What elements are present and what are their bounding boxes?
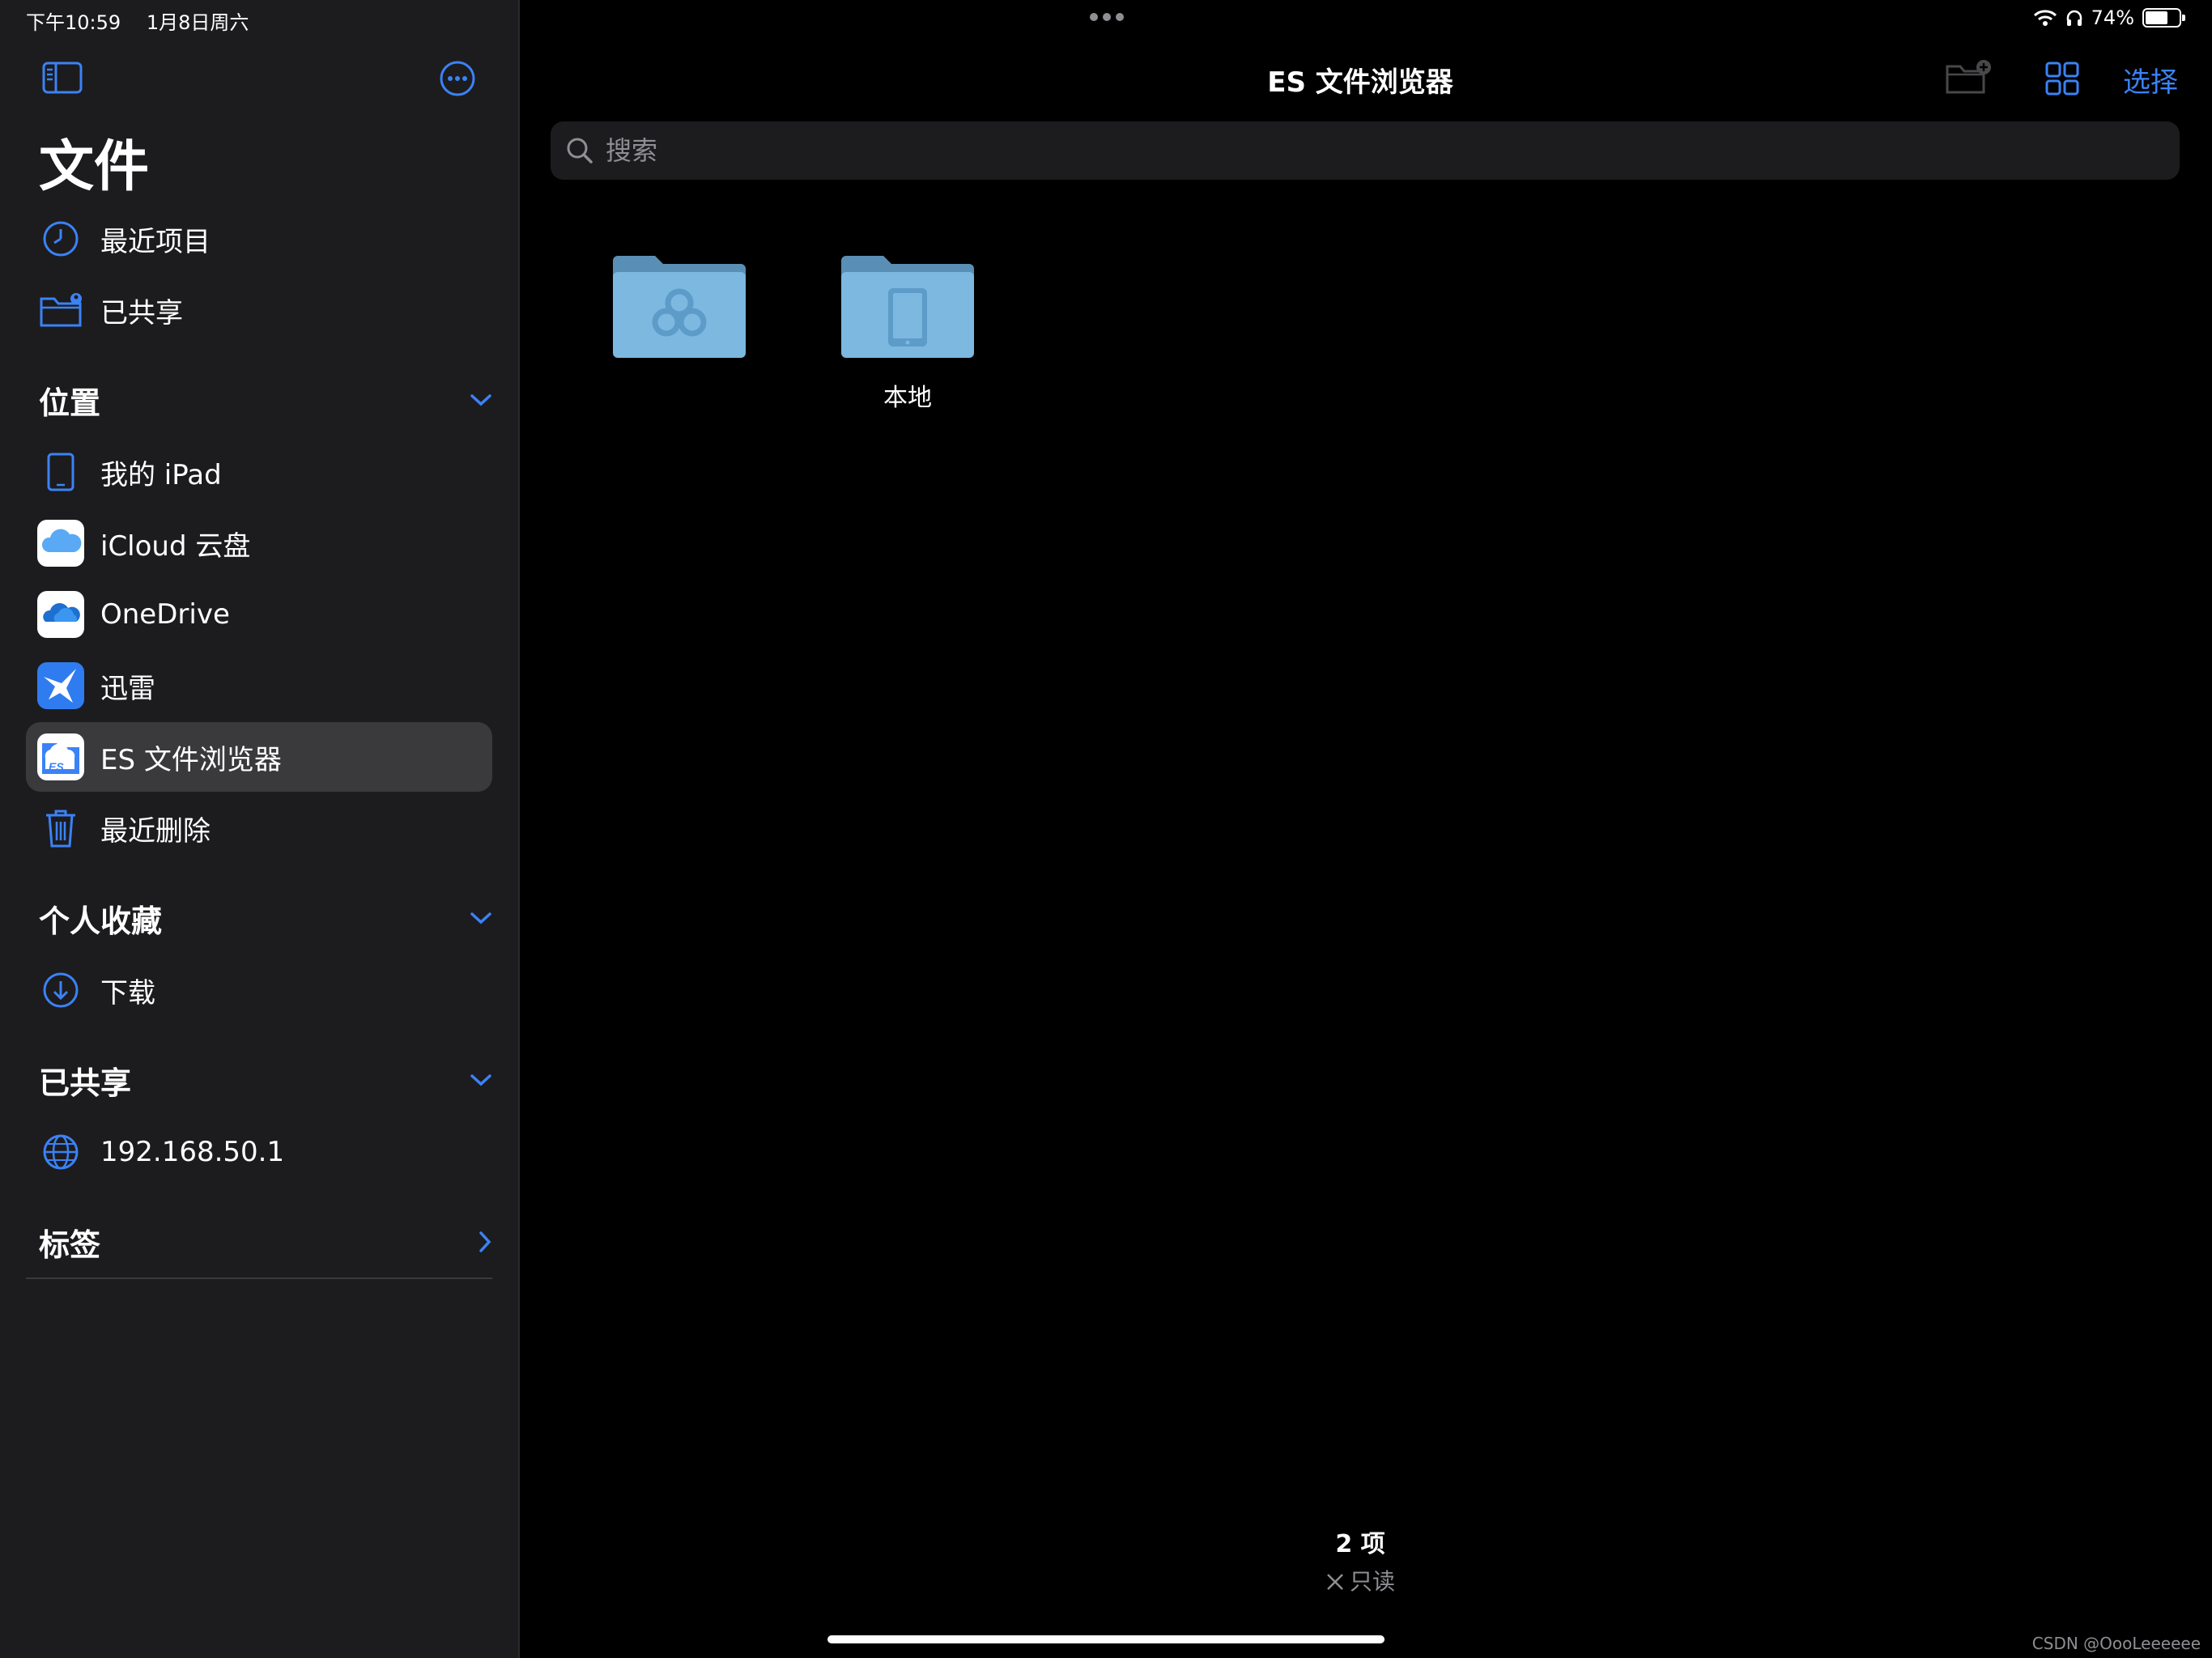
multitasking-dots[interactable] (1090, 13, 1124, 21)
sidebar-item-label: ES 文件浏览器 (100, 743, 282, 776)
globe-icon (43, 1134, 79, 1170)
item-count: 2 项 (1335, 1530, 1385, 1558)
ellipsis-circle-icon (440, 61, 475, 96)
sidebar-toggle-button[interactable] (42, 62, 83, 94)
search-icon (567, 138, 593, 164)
sidebar-item-shared[interactable]: 已共享 (26, 275, 492, 345)
sidebar: 下午10:59 1月8日周六 文件 最近项目 已共享 位置 我的 iPad iC… (0, 0, 520, 1658)
new-folder-button[interactable] (1945, 58, 1993, 99)
sidebar-item-label: 已共享 (100, 296, 183, 329)
sidebar-item-my-ipad[interactable]: 我的 iPad (26, 437, 492, 507)
sidebar-item-recently-deleted[interactable]: 最近删除 (26, 793, 492, 863)
pencil-slash-icon (1327, 1574, 1343, 1590)
section-heading: 位置 (39, 385, 101, 421)
read-only-status: 只读 (1198, 1564, 1522, 1596)
home-indicator[interactable] (827, 1635, 1385, 1643)
folder-item[interactable] (602, 251, 756, 377)
sidebar-title: 文件 (39, 135, 150, 199)
read-only-label: 只读 (1349, 1568, 1395, 1595)
icloud-icon (37, 520, 84, 567)
sidebar-divider (26, 1278, 492, 1279)
folder-item[interactable]: 本地 (831, 251, 985, 413)
wifi-icon (2033, 10, 2057, 26)
sidebar-item-downloads[interactable]: 下载 (26, 955, 492, 1025)
chevron-right-icon (479, 1231, 491, 1252)
folder-add-icon (1946, 60, 1991, 94)
folder-name: 本地 (883, 384, 932, 412)
device-folder-icon (841, 256, 974, 358)
search-bar[interactable] (551, 121, 2180, 180)
section-locations-header[interactable]: 位置 (39, 376, 492, 424)
section-heading: 已共享 (39, 1065, 132, 1101)
sidebar-item-label: 最近删除 (100, 814, 211, 848)
sidebar-item-label: OneDrive (100, 598, 230, 631)
status-date: 1月8日周六 (146, 11, 249, 34)
sidebar-item-label: 最近项目 (100, 225, 211, 258)
sidebar-item-server[interactable]: 192.168.50.1 (26, 1117, 492, 1187)
sidebar-item-es-file-explorer[interactable]: ES ES 文件浏览器 (26, 722, 492, 792)
select-button[interactable]: 选择 (2123, 60, 2178, 100)
cloud-folder-icon (613, 256, 746, 358)
battery-icon (2142, 8, 2185, 28)
download-icon (43, 972, 79, 1008)
section-favorites-header[interactable]: 个人收藏 (39, 894, 492, 942)
section-heading: 标签 (39, 1226, 101, 1263)
sidebar-item-label: iCloud 云盘 (100, 529, 251, 563)
clock-icon (43, 221, 79, 257)
sidebar-item-label: 我的 iPad (100, 458, 222, 491)
sidebar-item-onedrive[interactable]: OneDrive (26, 580, 492, 649)
shared-folder-icon (40, 293, 82, 327)
svg-text:ES: ES (49, 760, 64, 773)
chevron-down-icon (470, 1074, 491, 1086)
sidebar-icon (42, 62, 83, 94)
trash-icon (46, 810, 75, 848)
sidebar-item-icloud[interactable]: iCloud 云盘 (26, 508, 492, 578)
page-title: ES 文件浏览器 (1267, 66, 1453, 99)
status-bar-left: 下午10:59 1月8日周六 (26, 6, 268, 35)
battery-percent: 74% (2091, 6, 2134, 29)
more-options-button[interactable] (439, 60, 476, 97)
view-toggle-button[interactable] (2045, 62, 2079, 99)
section-tags-header[interactable]: 标签 (39, 1218, 492, 1266)
sidebar-item-label: 下载 (100, 976, 155, 1010)
sidebar-item-thunder[interactable]: 迅雷 (26, 651, 492, 721)
search-input[interactable] (604, 134, 2146, 167)
headphones-icon (2066, 10, 2082, 26)
sidebar-item-recents[interactable]: 最近项目 (26, 204, 492, 274)
section-shared-header[interactable]: 已共享 (39, 1056, 492, 1104)
sidebar-item-label: 192.168.50.1 (100, 1136, 285, 1168)
ipad-icon (47, 453, 74, 491)
status-time: 下午10:59 (26, 11, 121, 34)
es-file-explorer-icon: ES (37, 733, 84, 780)
onedrive-icon (37, 591, 84, 638)
status-bar-right: 74% (2033, 6, 2185, 29)
grid-icon (2045, 62, 2079, 96)
chevron-down-icon (470, 912, 491, 925)
thunder-icon (37, 662, 84, 709)
section-heading: 个人收藏 (39, 903, 163, 939)
sidebar-item-label: 迅雷 (100, 672, 155, 705)
watermark: CSDN @OooLeeeeee (2031, 1634, 2201, 1653)
chevron-down-icon (470, 394, 491, 406)
